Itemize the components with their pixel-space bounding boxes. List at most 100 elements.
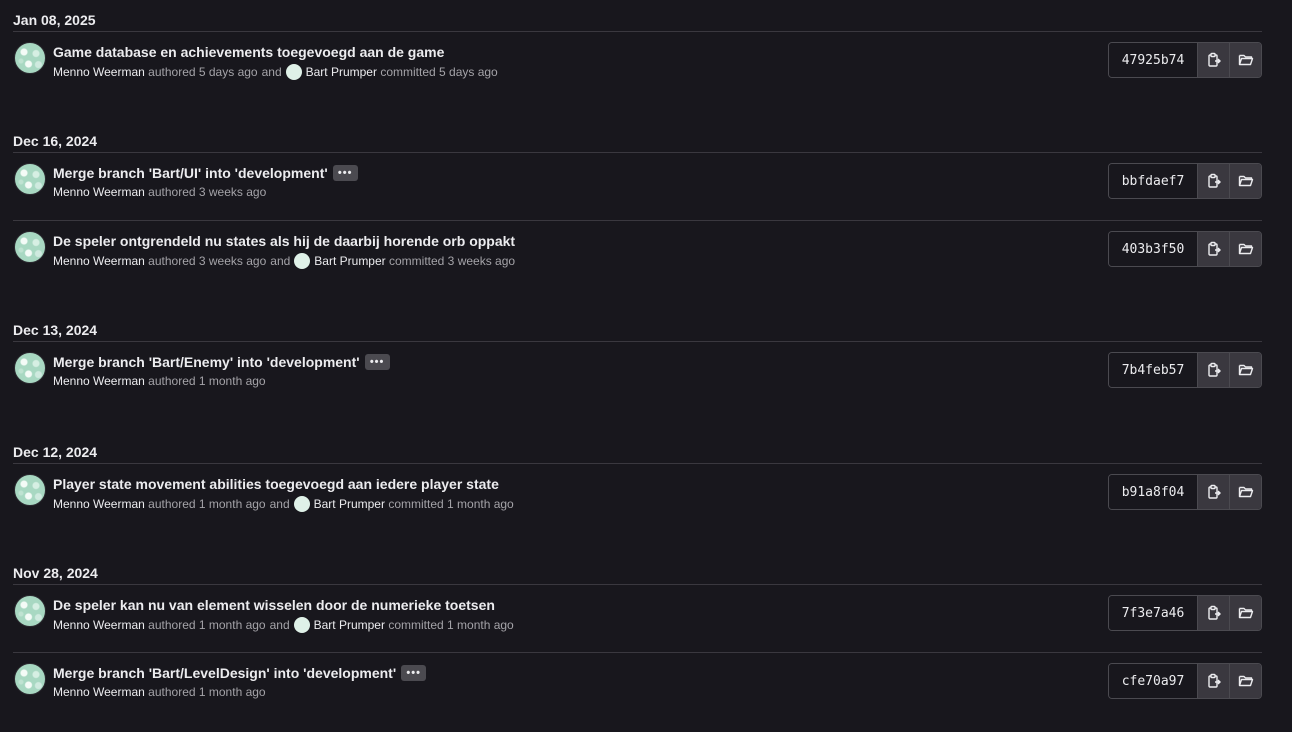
copy-sha-button[interactable] [1198,664,1229,698]
commit-date-group: Dec 12, 2024 Player state movement abili… [13,441,1262,531]
copy-sha-button[interactable] [1198,43,1229,77]
committer-avatar[interactable] [293,496,310,512]
folder-open-icon [1238,486,1253,498]
commit-actions: bbfdaef7 [1108,163,1262,199]
author-name[interactable]: Menno Weerman [53,497,145,511]
clipboard-icon [1207,173,1221,188]
browse-files-button[interactable] [1229,353,1261,387]
copy-sha-button[interactable] [1198,596,1229,630]
committer-name[interactable]: Bart Prumper [314,254,385,268]
authored-time: authored 1 month ago [148,374,266,388]
commit-sha[interactable]: 47925b74 [1109,43,1198,77]
authored-time: authored 1 month ago [148,685,266,699]
committer-name[interactable]: Bart Prumper [314,618,385,632]
and-text: and [269,497,290,511]
commit-title[interactable]: Merge branch 'Bart/LevelDesign' into 'de… [53,665,396,681]
author-avatar[interactable] [14,352,46,384]
commit-date-header: Dec 13, 2024 [13,319,1262,342]
author-name[interactable]: Menno Weerman [53,185,145,199]
commit-date-header: Dec 12, 2024 [13,441,1262,464]
author-avatar[interactable] [14,42,46,74]
clipboard-icon [1207,362,1221,377]
clipboard-icon [1207,673,1221,688]
authored-time: authored 3 weeks ago [148,254,267,268]
commit-row: Merge branch 'Bart/UI' into 'development… [13,153,1262,221]
author-avatar[interactable] [14,663,46,695]
committer-avatar[interactable] [294,253,311,269]
commit-sha[interactable]: 7f3e7a46 [1109,596,1198,630]
commit-title[interactable]: De speler ontgrendeld nu states als hij … [53,233,515,249]
commit-meta: Menno Weerman authored 3 weeks ago and Ba… [53,253,515,269]
clipboard-icon [1207,605,1221,620]
committer-name[interactable]: Bart Prumper [314,497,385,511]
commit-title[interactable]: Player state movement abilities toegevoe… [53,476,499,492]
browse-files-button[interactable] [1229,43,1261,77]
committer-avatar[interactable] [285,64,302,80]
authored-time: authored 1 month ago [148,618,266,632]
commit-row: Merge branch 'Bart/LevelDesign' into 'de… [13,653,1262,720]
committer-avatar[interactable] [293,617,310,633]
commit-sha[interactable]: bbfdaef7 [1109,164,1198,198]
and-text: and [269,618,290,632]
expand-description-button[interactable]: ••• [401,665,427,681]
commit-sha[interactable]: cfe70a97 [1109,664,1198,698]
committer-name[interactable]: Bart Prumper [306,65,377,79]
authored-time: authored 3 weeks ago [148,185,267,199]
copy-sha-button[interactable] [1198,475,1229,509]
copy-sha-button[interactable] [1198,232,1229,266]
author-avatar[interactable] [14,474,46,506]
expand-description-button[interactable]: ••• [332,165,358,181]
browse-files-button[interactable] [1229,596,1261,630]
commit-meta: Menno Weerman authored 1 month ago [53,374,266,388]
commit-actions: b91a8f04 [1108,474,1262,510]
commit-title[interactable]: Game database en achievements toegevoegd… [53,44,444,60]
commit-actions: 403b3f50 [1108,231,1262,267]
commit-sha[interactable]: 7b4feb57 [1109,353,1198,387]
commit-row: Game database en achievements toegevoegd… [13,32,1262,99]
author-avatar[interactable] [14,163,46,195]
committed-time: committed 3 weeks ago [389,254,516,268]
folder-open-icon [1238,175,1253,187]
commit-list: Jan 08, 2025 Game database en achievemen… [0,0,1292,732]
author-name[interactable]: Menno Weerman [53,254,145,268]
commit-actions: cfe70a97 [1108,663,1262,699]
browse-files-button[interactable] [1229,232,1261,266]
commit-date-group: Dec 13, 2024 Merge branch 'Bart/Enemy' i… [13,319,1262,409]
copy-sha-button[interactable] [1198,164,1229,198]
author-name[interactable]: Menno Weerman [53,374,145,388]
copy-sha-button[interactable] [1198,353,1229,387]
commit-meta: Menno Weerman authored 1 month ago and Ba… [53,496,514,512]
author-avatar[interactable] [14,231,46,263]
browse-files-button[interactable] [1229,475,1261,509]
clipboard-icon [1207,484,1221,499]
commit-title[interactable]: Merge branch 'Bart/UI' into 'development… [53,165,328,181]
author-name[interactable]: Menno Weerman [53,65,145,79]
folder-open-icon [1238,607,1253,619]
commit-row: De speler kan nu van element wisselen do… [13,585,1262,653]
committed-time: committed 5 days ago [380,65,498,79]
author-avatar[interactable] [14,595,46,627]
authored-time: authored 1 month ago [148,497,266,511]
author-name[interactable]: Menno Weerman [53,618,145,632]
clipboard-icon [1207,52,1221,67]
expand-description-button[interactable]: ••• [364,354,390,370]
commit-sha[interactable]: 403b3f50 [1109,232,1198,266]
browse-files-button[interactable] [1229,664,1261,698]
commit-row: De speler ontgrendeld nu states als hij … [13,221,1262,288]
commit-sha[interactable]: b91a8f04 [1109,475,1198,509]
commit-row: Merge branch 'Bart/Enemy' into 'developm… [13,342,1262,409]
commit-row: Player state movement abilities toegevoe… [13,464,1262,531]
folder-open-icon [1238,364,1253,376]
and-text: and [270,254,291,268]
clipboard-icon [1207,241,1221,256]
folder-open-icon [1238,54,1253,66]
author-name[interactable]: Menno Weerman [53,685,145,699]
folder-open-icon [1238,675,1253,687]
commit-title[interactable]: Merge branch 'Bart/Enemy' into 'developm… [53,354,360,370]
commit-meta: Menno Weerman authored 5 days ago and Bar… [53,64,498,80]
browse-files-button[interactable] [1229,164,1261,198]
commit-title[interactable]: De speler kan nu van element wisselen do… [53,597,495,613]
commit-date-header: Nov 28, 2024 [13,562,1262,585]
folder-open-icon [1238,243,1253,255]
committed-time: committed 1 month ago [388,497,514,511]
